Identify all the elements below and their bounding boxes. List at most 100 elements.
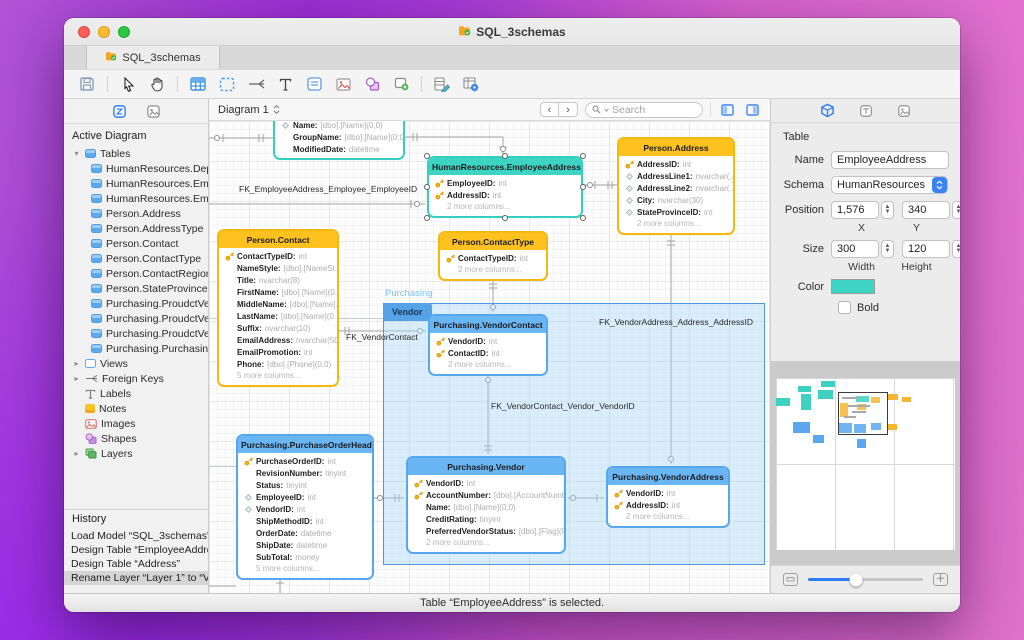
- zoom-slider[interactable]: [808, 578, 923, 581]
- schema-select-value[interactable]: [831, 176, 948, 194]
- name-field[interactable]: [831, 151, 949, 169]
- selection-handle[interactable]: [502, 215, 508, 221]
- chevron-right-icon[interactable]: ▸: [72, 359, 81, 368]
- history-item[interactable]: Load Model “SQL_3schemas”: [64, 529, 208, 543]
- design-table-icon[interactable]: [433, 75, 451, 93]
- size-height-stepper[interactable]: ▲▼: [952, 240, 960, 258]
- format-tab-icon[interactable]: [857, 102, 875, 120]
- position-x-stepper[interactable]: ▲▼: [881, 201, 894, 219]
- zoom-in-button[interactable]: ＋: [933, 573, 948, 586]
- schema-select[interactable]: [831, 176, 948, 194]
- size-height-field[interactable]: [902, 240, 950, 258]
- selection-handle[interactable]: [580, 153, 586, 159]
- sidebar-item-foreign-keys[interactable]: ▸ Foreign Keys: [64, 371, 208, 386]
- minimize-button[interactable]: [98, 26, 110, 38]
- diagram-overview-minimap[interactable]: [776, 378, 955, 550]
- history-item[interactable]: Design Table “EmployeeAddress”: [64, 543, 208, 557]
- sidebar-item-table[interactable]: Person.Address: [64, 206, 208, 221]
- toggle-right-panel-icon[interactable]: [743, 101, 761, 119]
- sidebar-item-table[interactable]: Purchasing.ProudctVen...: [64, 311, 208, 326]
- image-tab-icon[interactable]: [895, 102, 913, 120]
- sidebar-item-table[interactable]: Person.StateProvince: [64, 281, 208, 296]
- new-table-icon[interactable]: [189, 75, 207, 93]
- chevron-down-icon[interactable]: ▾: [72, 149, 81, 158]
- model-options-icon[interactable]: [462, 75, 480, 93]
- entity-purchase-order-header[interactable]: Purchasing.PurchaseOrderHeaderPurchaseOr…: [236, 434, 374, 580]
- position-x-field[interactable]: [831, 201, 879, 219]
- bold-checkbox[interactable]: [838, 301, 851, 314]
- sidebar-item-table[interactable]: Person.ContactType: [64, 251, 208, 266]
- new-layer-icon[interactable]: [392, 75, 410, 93]
- entity-vendor[interactable]: Purchasing.VendorVendorID:intAccountNumb…: [406, 456, 566, 554]
- new-relation-icon[interactable]: [247, 75, 265, 93]
- minimap-viewport[interactable]: [838, 392, 888, 435]
- sidebar-item-table[interactable]: Person.AddressType: [64, 221, 208, 236]
- selection-handle[interactable]: [580, 184, 586, 190]
- marquee-select-icon[interactable]: [218, 75, 236, 93]
- zoom-slider-thumb[interactable]: [850, 573, 863, 586]
- new-shape-icon[interactable]: [363, 75, 381, 93]
- chevron-right-icon[interactable]: ▸: [72, 374, 81, 383]
- forward-button[interactable]: ›: [559, 102, 578, 117]
- column-type: nvarchar(...: [696, 184, 733, 193]
- history-item[interactable]: Design Table “Address”: [64, 557, 208, 571]
- layer-tab-vendor[interactable]: Vendor: [383, 303, 432, 321]
- entity-column-row: CreditRating:tinyint: [408, 513, 564, 525]
- selection-handle[interactable]: [424, 215, 430, 221]
- size-width-field[interactable]: [831, 240, 879, 258]
- properties-tab-icon[interactable]: [819, 102, 837, 120]
- entity-person-contacttype[interactable]: Person.ContactTypeContactTypeID:int2 mor…: [438, 231, 548, 281]
- sidebar-item-views[interactable]: ▸Views: [64, 356, 208, 371]
- position-y-field[interactable]: [902, 201, 950, 219]
- sidebar-item-table[interactable]: Purchasing.ProudctVen...: [64, 326, 208, 341]
- media-tab-icon[interactable]: [144, 102, 162, 120]
- sidebar-item-table[interactable]: Purchasing.Purchasing...: [64, 341, 208, 356]
- sidebar-item-table[interactable]: HumanResources.Emplo...: [64, 191, 208, 206]
- diagram-selector[interactable]: Diagram 1: [218, 104, 280, 116]
- entity-person-contact[interactable]: Person.ContactContactTypeID:intNameStyle…: [217, 229, 339, 387]
- sidebar-item-table[interactable]: Purchasing.ProudctVen...: [64, 296, 208, 311]
- new-image-icon[interactable]: [334, 75, 352, 93]
- sidebar-item-label: Foreign Keys: [102, 373, 164, 385]
- sidebar-item-table[interactable]: HumanResources.Emplo...: [64, 176, 208, 191]
- position-y-stepper[interactable]: ▲▼: [952, 201, 960, 219]
- size-width-stepper[interactable]: ▲▼: [881, 240, 894, 258]
- entity-employee-address[interactable]: HumanResources.EmployeeAddressEmployeeID…: [427, 156, 583, 218]
- search-field[interactable]: [585, 102, 703, 118]
- search-input[interactable]: [612, 104, 682, 116]
- new-label-icon[interactable]: [276, 75, 294, 93]
- sidebar-item-tables[interactable]: ▾ Tables: [64, 146, 208, 161]
- chevron-right-icon[interactable]: ▸: [72, 449, 81, 458]
- back-button[interactable]: ‹: [540, 102, 559, 117]
- zoom-out-button[interactable]: ▭: [783, 573, 798, 586]
- cursor-icon[interactable]: [119, 75, 137, 93]
- sidebar-item-labels[interactable]: Labels: [64, 386, 208, 401]
- document-tab[interactable]: SQL_3schemas: [86, 46, 220, 69]
- new-note-icon[interactable]: [305, 75, 323, 93]
- sidebar-item-table[interactable]: HumanResources.Depar...: [64, 161, 208, 176]
- sidebar-item-table[interactable]: Person.ContactRegion: [64, 266, 208, 281]
- color-swatch[interactable]: [831, 279, 875, 294]
- history-item[interactable]: Rename Layer “Layer 1” to “Vendor”: [64, 571, 208, 585]
- dropdown-chevron-icon[interactable]: [932, 177, 947, 193]
- selection-handle[interactable]: [502, 153, 508, 159]
- diagram-objects-tab-icon[interactable]: [110, 102, 128, 120]
- hand-icon[interactable]: [148, 75, 166, 93]
- toggle-left-panel-icon[interactable]: [718, 101, 736, 119]
- selection-handle[interactable]: [424, 184, 430, 190]
- sidebar-item-shapes[interactable]: Shapes: [64, 431, 208, 446]
- sidebar-item-layers[interactable]: ▸Layers: [64, 446, 208, 461]
- entity-vendor-address[interactable]: Purchasing.VendorAddressVendorID:intAddr…: [606, 466, 730, 528]
- entity-department[interactable]: Name:[dbo].[Name](0,0)GroupName:[dbo].[N…: [273, 121, 405, 160]
- sidebar-item-notes[interactable]: Notes: [64, 401, 208, 416]
- close-button[interactable]: [78, 26, 90, 38]
- zoom-button[interactable]: [118, 26, 130, 38]
- sidebar-item-images[interactable]: Images: [64, 416, 208, 431]
- selection-handle[interactable]: [424, 153, 430, 159]
- entity-vendor-contact[interactable]: Purchasing.VendorContactVendorID:intCont…: [428, 314, 548, 376]
- sidebar-item-table[interactable]: Person.Contact: [64, 236, 208, 251]
- entity-person-address[interactable]: Person.AddressAddressID:intAddressLine1:…: [617, 137, 735, 235]
- save-icon[interactable]: [78, 75, 96, 93]
- diagram-canvas[interactable]: Purchasing Vendor Name:[dbo].[Name](0,0)…: [209, 121, 770, 593]
- selection-handle[interactable]: [580, 215, 586, 221]
